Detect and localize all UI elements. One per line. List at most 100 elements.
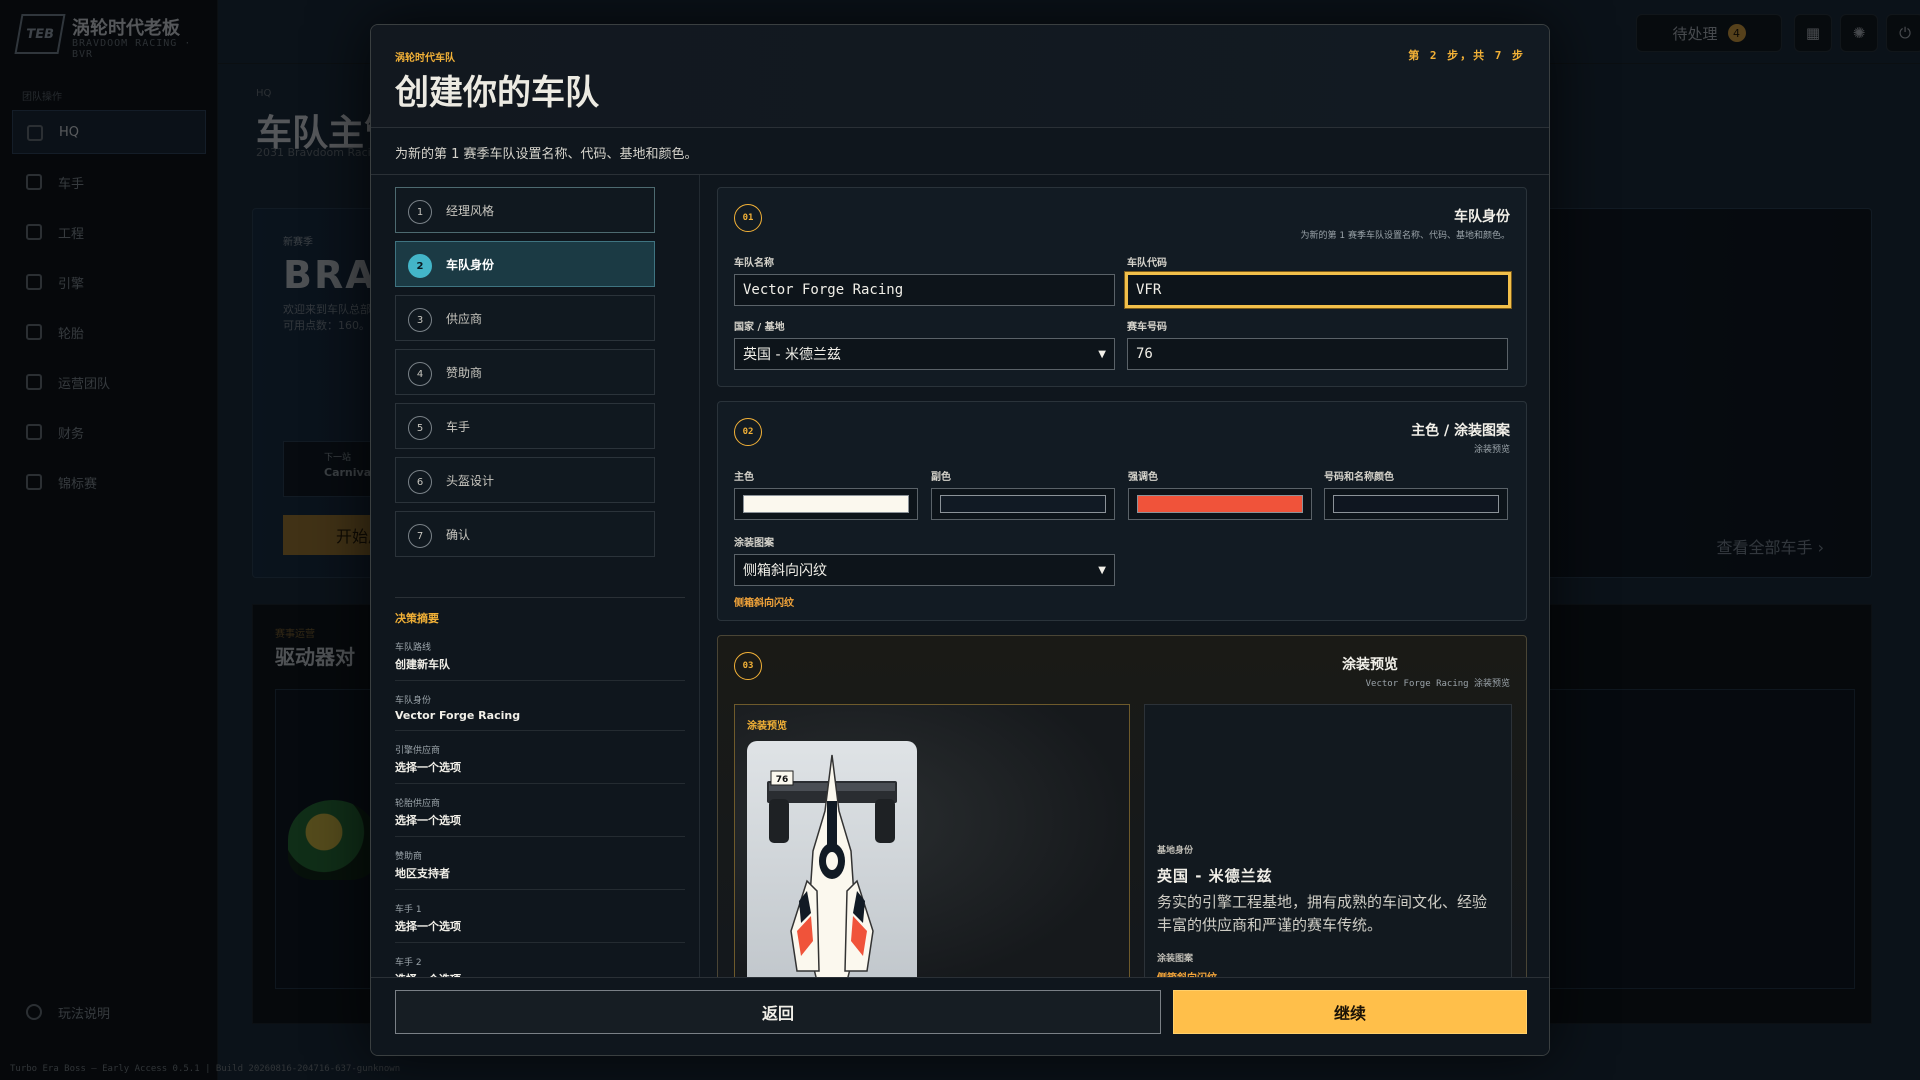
page-subtitle: 2031 Bravdoom Racing: [256, 146, 385, 159]
secondary-color-picker[interactable]: [931, 488, 1115, 520]
step-number: 6: [408, 470, 432, 494]
accent-color-picker[interactable]: [1128, 488, 1312, 520]
number-color-picker[interactable]: [1324, 488, 1508, 520]
sidebar-item-finance[interactable]: 财务: [12, 410, 206, 454]
pattern-hint: 侧箱斜向闪纹: [734, 598, 794, 609]
help-link[interactable]: 玩法说明: [12, 990, 206, 1034]
chevron-down-icon: ▼: [1098, 348, 1106, 360]
step-label: 经理风格: [446, 203, 495, 218]
primary-color-label: 主色: [734, 472, 754, 483]
sidebar-item-engineering[interactable]: 工程: [12, 210, 206, 254]
summary-key: 赞助商: [395, 852, 423, 862]
hero-line: 可用点数：160。: [283, 319, 370, 332]
hero-line: 欢迎来到车队总部: [283, 303, 371, 316]
sidebar-item-label: 工程: [58, 226, 85, 242]
section-badge: 01: [734, 204, 762, 232]
summary-title: 决策摘要: [395, 612, 439, 625]
sidebar-item-tyres[interactable]: 轮胎: [12, 310, 206, 354]
car-number-input[interactable]: 76: [1127, 338, 1508, 370]
sidebar-item-label: HQ: [59, 124, 80, 140]
nav-heading: 团队操作: [22, 92, 62, 103]
hero-kicker: 新赛季: [283, 237, 313, 248]
livery-preview-panel: 涂装预览 76: [734, 704, 1130, 994]
section-subtitle: 涂装预览: [1473, 445, 1510, 455]
step-indicator: 第 2 步，共 7 步: [1408, 49, 1525, 62]
team-code-input[interactable]: VFR: [1125, 272, 1511, 308]
people-icon: [26, 374, 42, 390]
summary-key: 引擎供应商: [395, 746, 441, 756]
sidebar-item-drivers[interactable]: 车手: [12, 160, 206, 204]
step-manager-style[interactable]: 1 经理风格: [395, 187, 655, 233]
step-sponsors[interactable]: 4 赞助商: [395, 349, 655, 395]
car-number-label: 赛车号码: [1127, 322, 1167, 333]
step-drivers[interactable]: 5 车手: [395, 403, 655, 449]
summary-item: 车手 1 选择一个选项: [395, 902, 685, 943]
modal-header: 涡轮时代车队 创建你的车队 第 2 步，共 7 步: [371, 25, 1549, 128]
section-title: 车队身份: [1454, 209, 1510, 225]
summary-value: 创建新车队: [395, 658, 450, 671]
settings-icon[interactable]: ✺: [1840, 14, 1878, 52]
back-button[interactable]: 返回: [395, 990, 1161, 1034]
sidebar-item-label: 车手: [58, 176, 85, 192]
pattern-value: 侧箱斜向闪纹: [743, 563, 827, 579]
create-team-modal: 涡轮时代车队 创建你的车队 第 2 步，共 7 步 为新的第 1 赛季车队设置名…: [370, 24, 1550, 1056]
primary-color-picker[interactable]: [734, 488, 918, 520]
base-identity-description: 务实的引擎工程基地，拥有成熟的车间文化、经验丰富的供应商和严谨的赛车传统。: [1157, 893, 1488, 934]
summary-value: 选择一个选项: [395, 920, 461, 933]
sidebar-item-ops[interactable]: 运营团队: [12, 360, 206, 404]
team-name-label: 车队名称: [734, 258, 774, 269]
number-color-label: 号码和名称颜色: [1324, 472, 1394, 483]
sidebar-item-championship[interactable]: 锦标赛: [12, 460, 206, 504]
summary-key: 车手 1: [395, 905, 422, 915]
accent-color-swatch: [1137, 495, 1303, 513]
summary-item: 引擎供应商选择一个选项: [395, 743, 685, 784]
team-identity-card: 01 车队身份 为新的第 1 赛季车队设置名称、代码、基地和颜色。 车队名称 V…: [717, 187, 1527, 387]
home-icon: [27, 125, 43, 141]
calendar-icon[interactable]: ▦: [1794, 14, 1832, 52]
race-car-icon: 76: [767, 754, 897, 993]
step-label: 头盔设计: [446, 473, 495, 488]
team-name-input[interactable]: Vector Forge Racing: [734, 274, 1115, 306]
continue-button[interactable]: 继续: [1173, 990, 1527, 1034]
step-team-identity[interactable]: 2 车队身份: [395, 241, 655, 287]
sidebar-item-engine[interactable]: 引擎: [12, 260, 206, 304]
number-color-swatch: [1333, 495, 1499, 513]
country-base-select[interactable]: 英国 - 米德兰兹 ▼: [734, 338, 1115, 370]
summary-value: 选择一个选项: [395, 761, 461, 774]
summary-value: 地区支持者: [395, 867, 450, 880]
step-number: 1: [408, 200, 432, 224]
modal-description: 为新的第 1 赛季车队设置名称、代码、基地和颜色。: [395, 147, 698, 162]
step-number: 4: [408, 362, 432, 386]
step-confirm[interactable]: 7 确认: [395, 511, 655, 557]
section-title: 主色 / 涂装图案: [1411, 423, 1510, 439]
secondary-color-label: 副色: [931, 472, 951, 483]
build-info: Turbo Era Boss — Early Access 0.5.1 | Bu…: [10, 1064, 401, 1074]
accent-color-label: 强调色: [1128, 472, 1158, 483]
step-label: 供应商: [446, 311, 483, 326]
view-all-link[interactable]: 查看全部车手 ›: [1717, 534, 1825, 558]
summary-key: 轮胎供应商: [395, 799, 441, 809]
preview-pattern-label: 涂装图案: [1157, 954, 1194, 964]
step-number: 3: [408, 308, 432, 332]
summary-item: 轮胎供应商 选择一个选项: [395, 796, 685, 837]
pending-button[interactable]: 待处理 4: [1636, 14, 1782, 52]
step-label: 赞助商: [446, 365, 483, 380]
pattern-label: 涂装图案: [734, 538, 774, 549]
section-subtitle: 为新的第 1 赛季车队设置名称、代码、基地和颜色。: [1300, 231, 1510, 241]
section-title: 涂装预览: [1342, 657, 1398, 673]
preview-label: 涂装预览: [747, 721, 787, 732]
tyre-icon: [26, 324, 42, 340]
summary-key: 车手 2: [395, 958, 422, 968]
pattern-select[interactable]: 侧箱斜向闪纹 ▼: [734, 554, 1115, 586]
pending-label: 待处理: [1672, 24, 1718, 43]
modal-footer: 返回 继续: [371, 977, 1549, 1055]
panel-kicker: 赛事运营: [275, 629, 315, 640]
step-label: 确认: [446, 527, 471, 542]
help-icon: [26, 1004, 42, 1020]
step-helmet-design[interactable]: 6 头盔设计: [395, 457, 655, 503]
brand-subtitle: BRAVDOOM RACING · BVR: [72, 38, 192, 60]
power-icon[interactable]: ⏻: [1886, 14, 1920, 52]
sidebar-item-hq[interactable]: HQ: [12, 110, 206, 154]
summary-item: 赞助商 地区支持者: [395, 849, 685, 890]
step-suppliers[interactable]: 3 供应商: [395, 295, 655, 341]
